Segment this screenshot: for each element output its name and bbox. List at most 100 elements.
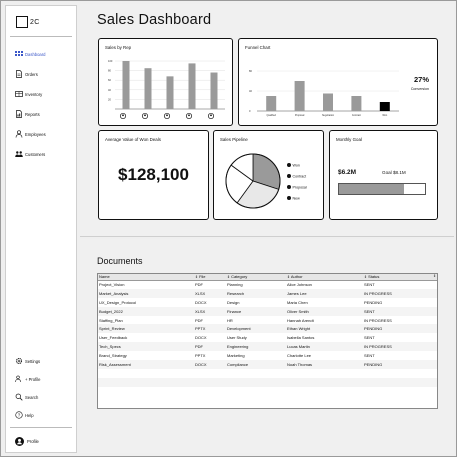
cell-name: Budget_2022 [98,306,194,316]
sidebar-item-label: Customers [25,151,46,157]
sales-pipeline-chart: Won Contract Proposal New [225,153,307,209]
legend-marker [287,163,291,167]
sidebar-item-label: Employees [25,131,46,137]
cell-status: SENT [363,306,437,316]
legend-label: New [293,196,301,200]
gear-icon [15,357,23,365]
dashboard-icon [15,50,23,58]
sidebar-item-customers[interactable]: Customers [15,144,46,164]
card-title: Average Value of Won Deals [105,137,161,142]
sidebar-item-label: + Profile [25,376,41,382]
bar [122,61,130,109]
bar [188,63,196,109]
funnel-chart: 0 40 80 Qualified Proposal Negotiation Contrac… [249,69,399,117]
table-row[interactable]: Brand_Strategy PPTX Marketing Charlotte Lee… [98,351,437,360]
cell-file: DOCX [194,360,226,369]
legend-label: Won [293,163,300,167]
logo-mark [16,16,28,28]
x-tick-label: Proposal [295,114,305,117]
cell-status: IN PROGRESS [363,342,437,352]
sidebar-item-help[interactable]: ? Help [15,406,40,424]
cell-author: Lucas Martin [286,342,363,352]
cell-status: SENT [364,282,375,288]
cell-author: Oliver Smith [286,306,363,316]
svg-text:?: ? [18,413,21,418]
cell-status: IN PROGRESS [363,288,437,298]
sidebar-item-label: Orders [25,71,38,77]
cell-category: Research [226,288,286,298]
cell-author: Noah Thomas [286,360,363,369]
app-window: 2C Dashboard Orders Inventory Reports Em… [0,0,457,457]
conversion-value: 27% [413,75,429,84]
cell-category: Engineering [226,342,286,352]
cell-name: Market_Analysis [98,288,194,298]
cell-file: PPTX [195,353,206,359]
add-profile-icon [15,375,23,383]
cell-name: Project_Vision [99,282,125,288]
cell-author: Hannah Arendt [287,317,314,323]
table-row[interactable]: Staffing_Plan PDF HR Hannah Arendt IN PROGRE… [98,316,437,325]
cell-status: SENT [364,335,375,341]
profile-label: Profile [27,439,39,444]
sidebar-item-label: Help [25,412,34,418]
sidebar-item-dashboard[interactable]: Dashboard [15,44,46,64]
table-row-empty [98,369,437,378]
sidebar-item-orders[interactable]: Orders [15,64,46,84]
x-tick-label: Qualified [266,114,276,117]
table-row[interactable]: Tech_Specs PDF Engineering Lucas Martin IN P… [98,342,437,352]
sales-by-rep-chart: 20 40 60 80 100 [108,59,225,120]
y-tick-label: 100 [108,59,113,63]
sidebar-item-employees[interactable]: Employees [15,124,46,144]
rep-avatar-head [188,114,190,117]
reports-icon [15,110,23,118]
cell-author: Isabella Santos [287,335,315,341]
cell-file: PDF [195,317,203,323]
table-row[interactable]: User_Feedback DOCX User Study Isabella Sant… [98,333,437,342]
goal-target-label: Goal $8.1M [382,170,406,175]
page-title: Sales Dashboard [97,12,212,28]
funnel-chart-card: Funnel Chart 0 40 80 Qualified Proposal Negot… [238,38,438,126]
bar [379,102,390,111]
bar [266,96,277,111]
bar [166,76,174,109]
cell-name: Tech_Specs [98,342,194,352]
cell-file: DOCX [195,299,207,305]
table-row[interactable]: Risk_Assessment DOCX Compliance Noah Thomas… [98,360,437,369]
y-tick-label: 40 [108,88,111,92]
sidebar-item-inventory[interactable]: Inventory [15,84,46,104]
sidebar-item-label: Search [25,394,39,400]
conversion-label: Conversion [410,87,429,91]
table-row[interactable]: Sprint_Review PPTX Development Ethan Wright… [98,324,437,334]
cell-category: HR [227,317,233,323]
table-row[interactable]: Market_Analysis XLSX Research James Lee IN P… [98,288,437,298]
dashboard-panel: Sales Dashboard Sales by Rep 20 40 60 80 100… [80,4,454,237]
bar [351,96,362,111]
avg-won-deals-card: Average Value of Won Deals $128,100 [98,130,209,220]
cell-name: UX_Design_Protocol [99,299,137,305]
cell-category: Marketing [227,353,245,359]
sidebar-item-search[interactable]: Search [15,388,40,406]
cell-category: Compliance [226,360,286,369]
cell-category: Design [227,299,240,305]
cell-status: IN PROGRESS [364,317,392,323]
documents-table: Name ⇕ File ⇕ Category ⇕ Author ⇕ Status… [97,273,438,409]
cell-author: Ethan Wright [286,324,363,334]
sidebar-item-settings[interactable]: Settings [15,352,40,370]
x-tick-label: Negotiation [322,114,335,117]
profile-button[interactable]: Profile [15,437,39,446]
sidebar-item-reports[interactable]: Reports [15,104,46,124]
table-row[interactable]: Budget_2022 XLSX Finance Oliver Smith SENT [98,306,437,316]
sidebar-item-add-profile[interactable]: + Profile [15,370,40,388]
table-row[interactable]: UX_Design_Protocol DOCX Design Maria Chen PE… [98,298,437,307]
logo-text: 2C [30,18,40,26]
goal-current-value: $6.2M [338,169,357,176]
cell-author: Alice Johnson [287,282,312,288]
table-row[interactable]: Project_Vision PDF Planning Alice Johnson SE… [98,280,437,289]
inventory-icon [15,90,23,98]
sales-by-rep-card: Sales by Rep 20 40 60 80 100 [98,38,233,126]
y-tick-label: 40 [249,89,252,93]
bar [210,72,218,109]
cell-name: Staffing_Plan [99,317,123,323]
search-icon [15,393,23,401]
logo[interactable]: 2C [16,16,40,28]
